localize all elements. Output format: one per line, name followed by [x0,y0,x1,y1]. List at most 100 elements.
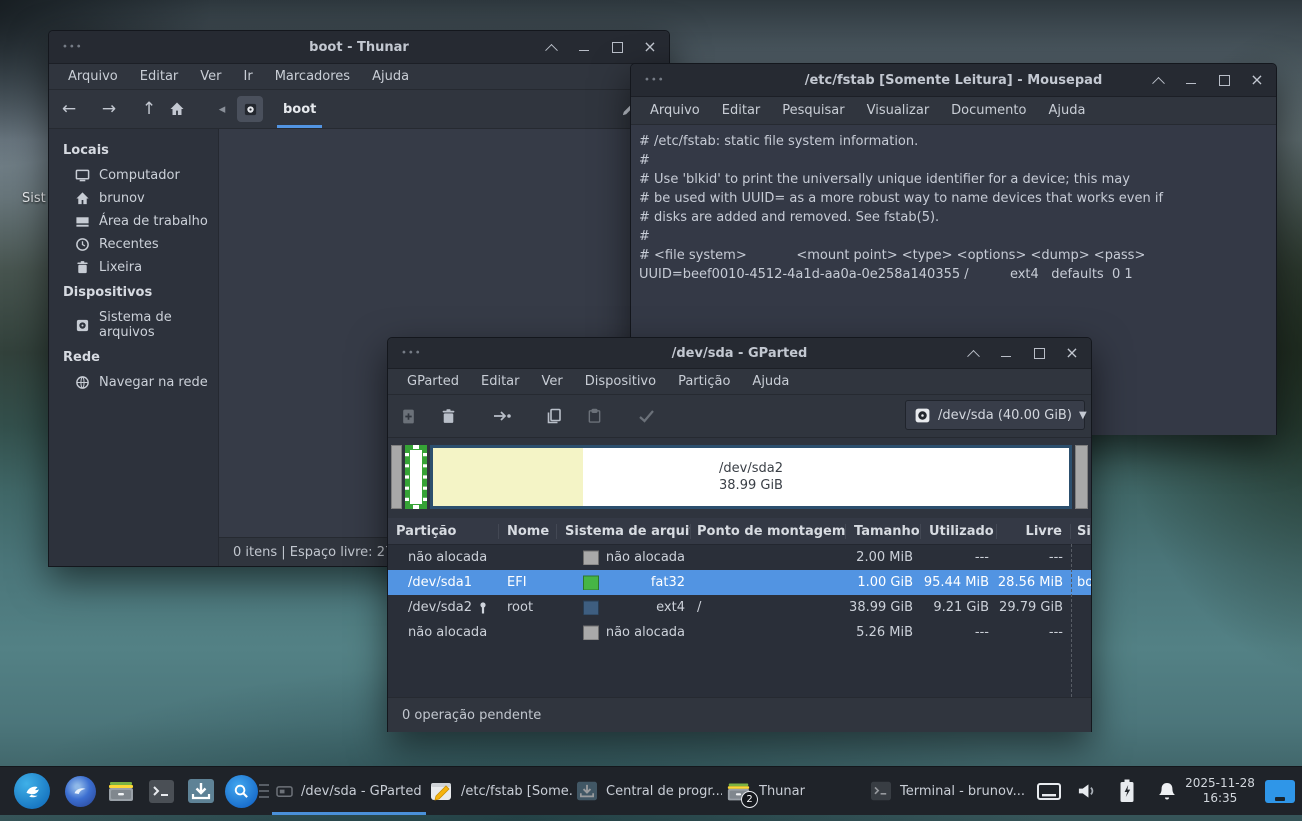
sidebar-item-home[interactable]: brunov [49,187,218,210]
taskbar-panel: /dev/sda - GParted /etc/fstab [Some... C… [0,766,1302,815]
task-button-software-center[interactable]: Central de progr... [572,767,722,815]
menu-ajuda[interactable]: Ajuda [741,369,800,394]
header-sistema-de-arquivos[interactable]: Sistema de arquivos [557,524,691,539]
table-row[interactable]: não alocada não alocada 2.00 MiB --- --- [388,545,1091,570]
paste-icon[interactable] [574,408,614,424]
header-sinalizadores[interactable]: Si [1071,524,1091,539]
applications-menu-button[interactable] [12,767,52,815]
menu-particao[interactable]: Partição [667,369,741,394]
visual-unallocated-2[interactable] [1075,445,1088,509]
menu-editar[interactable]: Editar [129,64,190,89]
header-nome[interactable]: Nome [499,524,557,539]
keyboard-tray-icon[interactable] [1034,767,1064,815]
table-row[interactable]: não alocada não alocada 5.26 MiB --- --- [388,620,1091,645]
copy-icon[interactable] [534,408,574,424]
battery-tray-icon[interactable] [1112,767,1142,815]
window-menu-icon[interactable]: ••• [644,75,665,86]
browser-launcher[interactable] [62,767,98,815]
clock[interactable]: 2025-11-28 16:35 [1184,767,1256,815]
mousepad-titlebar[interactable]: ••• /etc/fstab [Somente Leitura] - Mouse… [631,64,1276,97]
menu-pesquisar[interactable]: Pesquisar [771,98,855,123]
header-tamanho[interactable]: Tamanho [846,524,921,539]
close-button[interactable]: × [643,40,657,54]
menu-ir[interactable]: Ir [233,64,264,89]
thunar-sidebar: Locais Computador brunov Área de trabalh… [49,129,219,566]
gparted-titlebar[interactable]: ••• /dev/sda - GParted × [388,338,1091,369]
menu-ver[interactable]: Ver [189,64,232,89]
menu-marcadores[interactable]: Marcadores [264,64,361,89]
task-button-gparted[interactable]: /dev/sda - GParted [272,767,426,815]
volume-tray-icon[interactable] [1072,767,1102,815]
minimize-button[interactable] [577,40,591,54]
menu-gparted[interactable]: GParted [396,369,470,394]
visual-sda1[interactable] [405,445,427,509]
sidebar-item-computador[interactable]: Computador [49,164,218,187]
desktop: Sist ••• boot - Thunar × Arquivo Editar … [0,0,1302,821]
clock-icon [75,237,90,252]
thunar-titlebar[interactable]: ••• boot - Thunar × [49,31,669,64]
resize-move-icon[interactable] [482,408,522,424]
maximize-button[interactable] [1032,346,1046,360]
menu-editar[interactable]: Editar [711,98,772,123]
header-ponto-de-montagem[interactable]: Ponto de montagem [691,524,846,539]
delete-partition-icon[interactable] [428,408,468,425]
maximize-button[interactable] [610,40,624,54]
table-row[interactable]: /dev/sda2 root ext4 / 38.99 GiB 9.21 GiB… [388,595,1091,620]
menu-ajuda[interactable]: Ajuda [1037,98,1096,123]
back-icon[interactable]: ← [49,99,89,119]
menu-arquivo[interactable]: Arquivo [639,98,711,123]
menu-dispositivo[interactable]: Dispositivo [574,369,667,394]
search-launcher[interactable] [222,767,260,815]
menu-visualizar[interactable]: Visualizar [856,98,941,123]
path-location-button[interactable]: boot [271,90,328,128]
sda2-label: /dev/sda2 [719,460,783,477]
home-icon[interactable] [169,101,209,117]
new-partition-icon[interactable] [388,408,428,425]
header-livre[interactable]: Livre [997,524,1071,539]
minimize-button[interactable] [1184,73,1198,87]
sidebar-item-navegar-na-rede[interactable]: Navegar na rede [49,371,218,394]
maximize-button[interactable] [1217,73,1231,87]
rollup-button[interactable] [1151,73,1165,87]
sidebar-header-rede: Rede [49,344,218,371]
table-row-selected[interactable]: /dev/sda1 EFI fat32 1.00 GiB 95.44 MiB 9… [388,570,1091,595]
sidebar-item-lixeira[interactable]: Lixeira [49,256,218,279]
window-menu-icon[interactable]: ••• [62,42,83,53]
menu-arquivo[interactable]: Arquivo [57,64,129,89]
forward-icon[interactable]: → [89,99,129,119]
tasklist-grip[interactable] [258,767,270,815]
sidebar-item-sistema-de-arquivos[interactable]: Sistema de arquivos [49,306,218,344]
software-installer-launcher[interactable] [184,767,218,815]
rollup-button[interactable] [966,346,980,360]
desktop-icon-label[interactable]: Sist [22,191,46,206]
up-icon[interactable]: ↑ [129,99,169,119]
menu-ajuda[interactable]: Ajuda [361,64,420,89]
apply-icon[interactable] [626,409,666,423]
close-button[interactable]: × [1065,346,1079,360]
task-button-thunar[interactable]: 2 Thunar [722,767,826,815]
file-manager-launcher[interactable] [104,767,138,815]
header-particao[interactable]: Partição [388,524,499,539]
close-button[interactable]: × [1250,73,1264,87]
show-desktop-button[interactable] [1262,767,1298,815]
minimize-button[interactable] [999,346,1013,360]
sidebar-item-desktop[interactable]: Área de trabalho [49,210,218,233]
rollup-button[interactable] [544,40,558,54]
device-selector[interactable]: /dev/sda (40.00 GiB) ▼ [905,400,1085,430]
gparted-task-icon [276,784,293,799]
menu-ver[interactable]: Ver [531,369,574,394]
sidebar-item-recentes[interactable]: Recentes [49,233,218,256]
task-button-terminal[interactable]: Terminal - brunov... [866,767,1030,815]
task-button-mousepad[interactable]: /etc/fstab [Some... [425,767,573,815]
desktop-icon [75,214,90,229]
menu-editar[interactable]: Editar [470,369,531,394]
menu-documento[interactable]: Documento [940,98,1037,123]
path-drive-button[interactable] [237,96,263,122]
window-menu-icon[interactable]: ••• [401,348,422,359]
header-utilizado[interactable]: Utilizado [921,524,997,539]
terminal-launcher[interactable] [144,767,178,815]
visual-sda2[interactable]: /dev/sda2 38.99 GiB [430,445,1072,509]
visual-unallocated-1[interactable] [391,445,402,509]
path-scroll-left-icon[interactable]: ◂ [209,102,235,117]
notifications-bell-icon[interactable] [1152,767,1182,815]
